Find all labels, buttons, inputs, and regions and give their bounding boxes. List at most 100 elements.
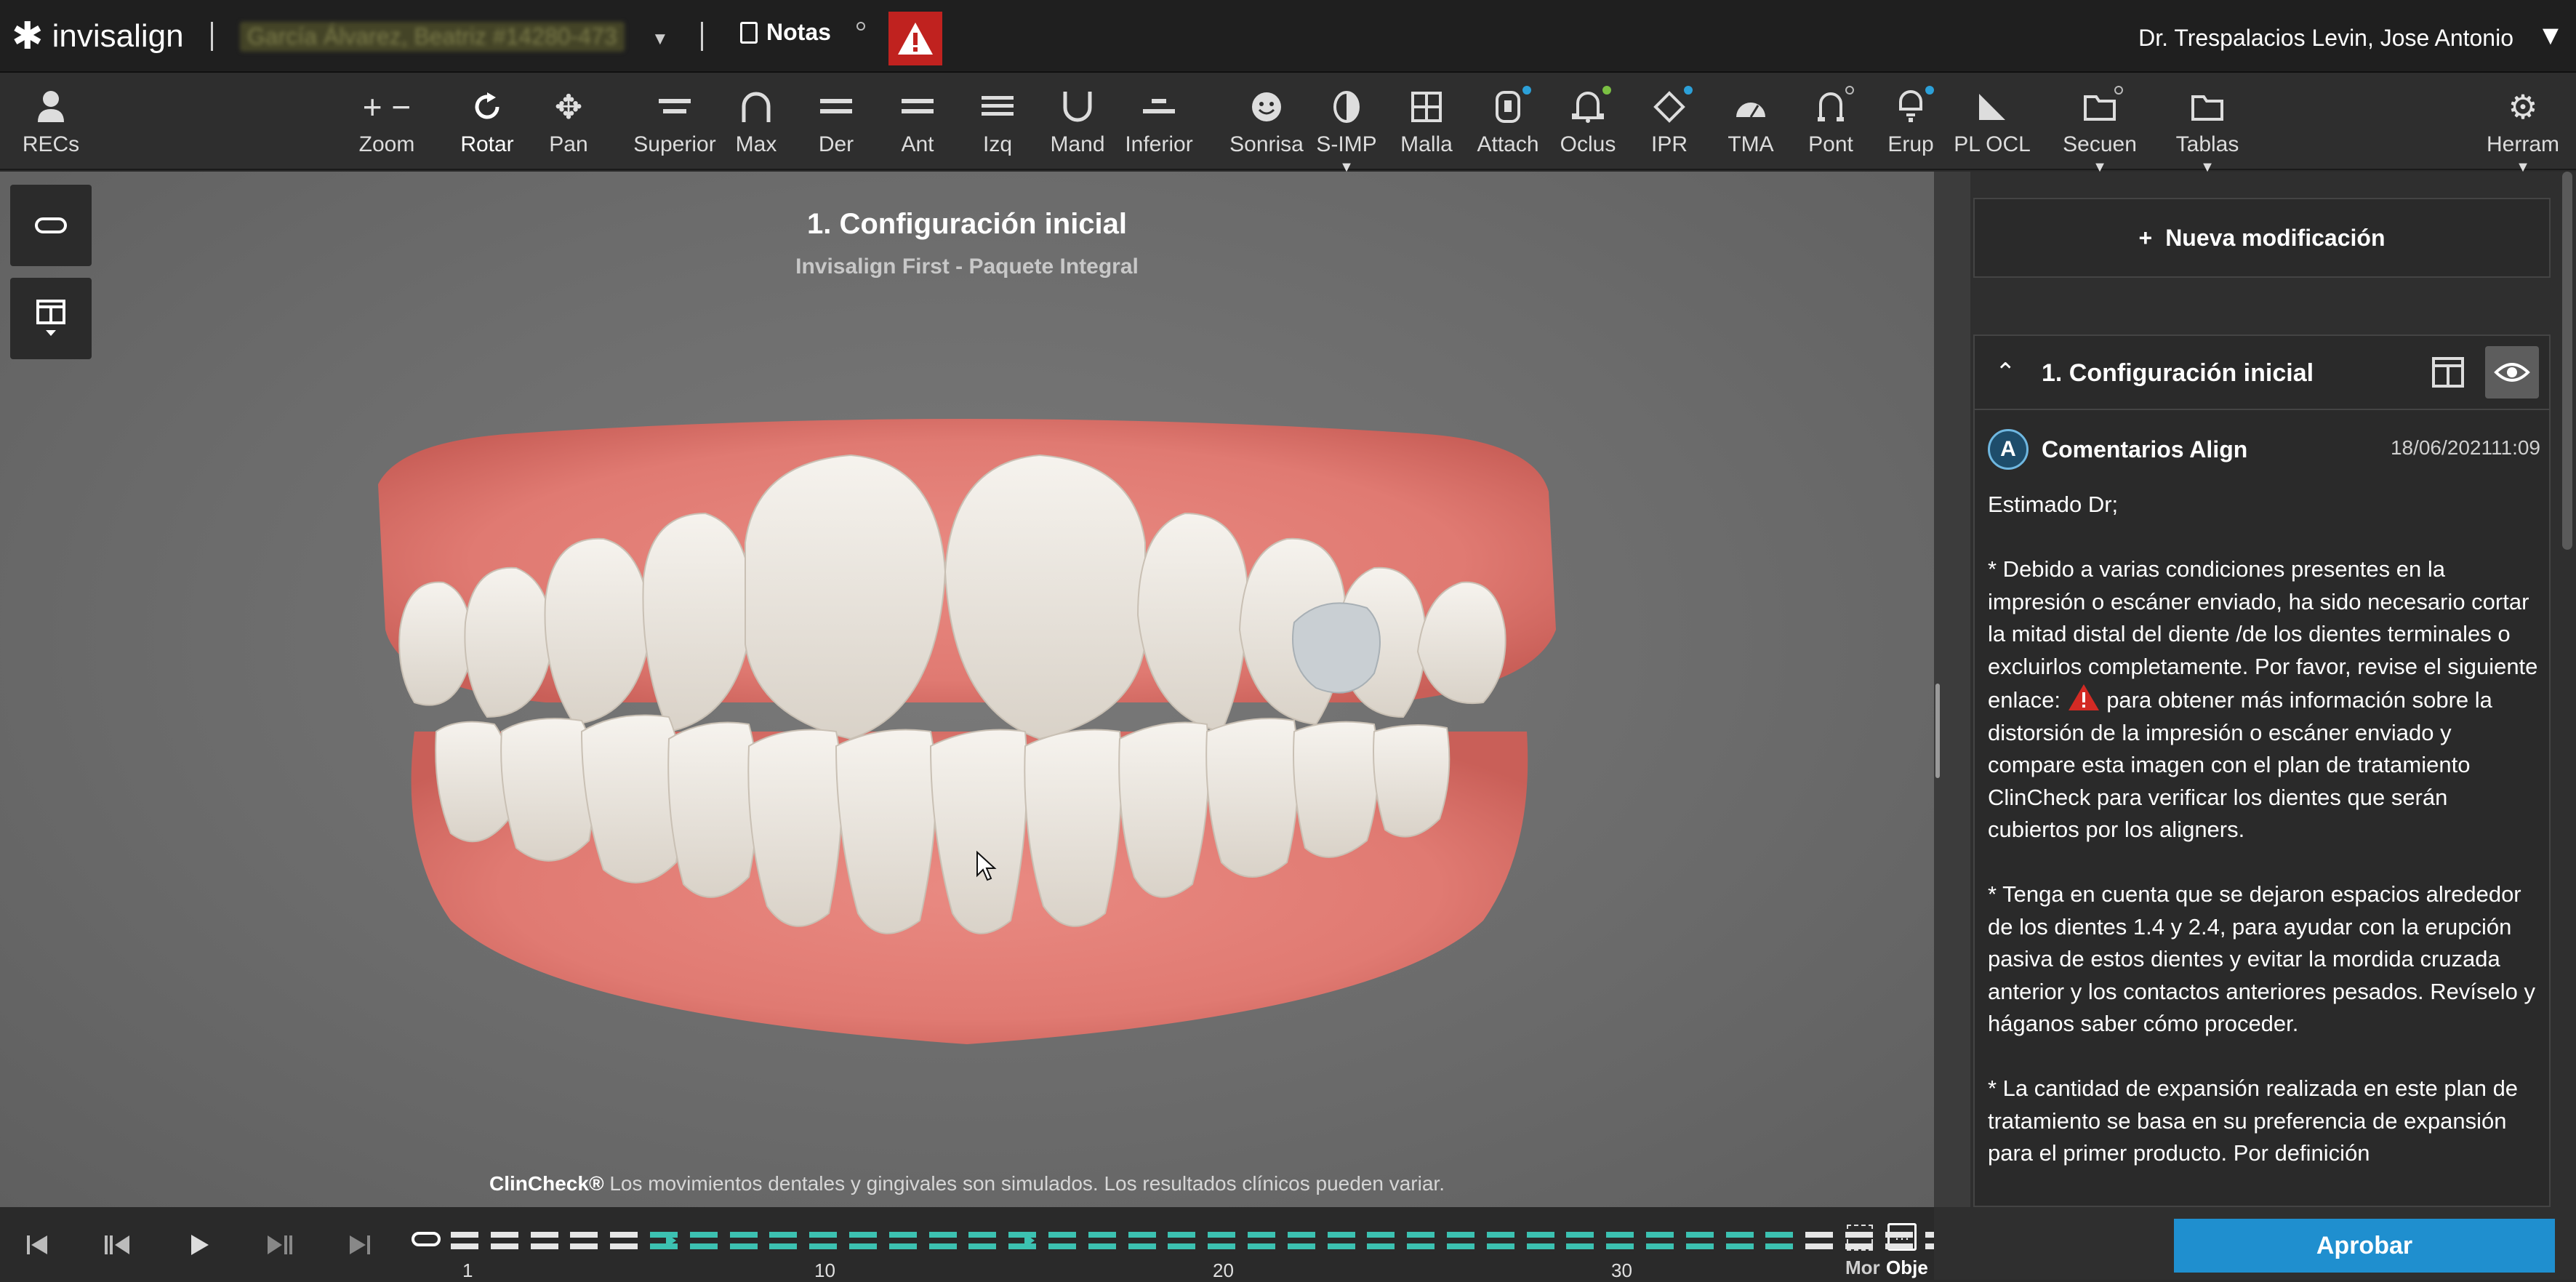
- stage-segment[interactable]: [1486, 1243, 1514, 1249]
- stage-segment[interactable]: [1725, 1232, 1754, 1238]
- mandibular-view-button[interactable]: Mand: [1034, 86, 1121, 157]
- doctor-name-menu[interactable]: Dr. Trespalacios Levin, Jose Antonio: [2138, 25, 2513, 52]
- zoom-button[interactable]: + − Zoom: [343, 86, 430, 157]
- stage-segment[interactable]: [1128, 1243, 1156, 1249]
- right-view-button[interactable]: Der: [793, 86, 880, 157]
- panel-resize-handle[interactable]: [1935, 684, 1940, 778]
- stage-segment[interactable]: [888, 1232, 917, 1238]
- stage-segment[interactable]: [1845, 1243, 1873, 1249]
- stage-card-header[interactable]: ⌃ 1. Configuración inicial: [1975, 336, 2549, 410]
- stage-segment[interactable]: [769, 1243, 798, 1249]
- panel-scrollbar[interactable]: [2562, 172, 2572, 550]
- stage-segment[interactable]: [570, 1243, 598, 1249]
- stage-segment[interactable]: [689, 1232, 718, 1238]
- stage-segment[interactable]: [1606, 1232, 1634, 1238]
- rotate-button[interactable]: Rotar: [444, 86, 531, 177]
- stage-segment[interactable]: [1725, 1243, 1754, 1249]
- stage-segment[interactable]: [1088, 1243, 1116, 1249]
- skip-to-end-button[interactable]: [339, 1225, 380, 1265]
- stage-segment[interactable]: [1287, 1243, 1315, 1249]
- dental-model-render[interactable]: [371, 412, 1563, 1051]
- play-button[interactable]: [179, 1225, 220, 1265]
- stage-segment[interactable]: [809, 1243, 838, 1249]
- stage-segment[interactable]: [1208, 1232, 1236, 1238]
- stage-segment[interactable]: [1685, 1243, 1714, 1249]
- stage-segment[interactable]: [928, 1243, 957, 1249]
- stage-segment[interactable]: [451, 1243, 478, 1249]
- stage-segment[interactable]: [1486, 1232, 1514, 1238]
- superimposition-button[interactable]: S-IMP ▼: [1303, 86, 1390, 175]
- stage-segment[interactable]: [1168, 1232, 1196, 1238]
- inferior-view-button[interactable]: Inferior: [1115, 86, 1203, 157]
- stage-segment[interactable]: [1048, 1243, 1076, 1249]
- stage-segment[interactable]: [1248, 1243, 1275, 1249]
- stage-segment[interactable]: [1646, 1243, 1674, 1249]
- occlusion-button[interactable]: Oclus: [1544, 86, 1632, 157]
- stage-segment[interactable]: [729, 1232, 758, 1238]
- stage-segment[interactable]: [809, 1232, 838, 1238]
- stage-segment[interactable]: [530, 1243, 558, 1249]
- stage-segment[interactable]: [1685, 1232, 1714, 1238]
- eruption-button[interactable]: Erup: [1867, 86, 1954, 157]
- stage-segment[interactable]: [1805, 1232, 1834, 1238]
- stage-segment[interactable]: [1566, 1232, 1594, 1238]
- stage-segment[interactable]: [1088, 1232, 1116, 1238]
- tooth-movement-assessment-button[interactable]: TMA: [1707, 86, 1794, 157]
- stage-zero-marker[interactable]: [412, 1232, 441, 1246]
- left-view-button[interactable]: Izq: [954, 86, 1041, 157]
- 3d-viewport[interactable]: 1. Configuración inicial Invisalign Firs…: [0, 172, 1934, 1207]
- stage-segment[interactable]: [1885, 1232, 1913, 1238]
- stage-segment[interactable]: [1048, 1232, 1076, 1238]
- stage-segment[interactable]: [849, 1243, 877, 1249]
- stage-segment[interactable]: [729, 1243, 758, 1249]
- sequence-button[interactable]: Secuen ▼: [2056, 86, 2143, 175]
- chevron-up-icon[interactable]: ⌃: [1995, 358, 2016, 387]
- stage-segment[interactable]: [1367, 1232, 1395, 1238]
- patient-selector[interactable]: García Álvarez, Beatriz #14280-473: [240, 22, 625, 52]
- stage-segment[interactable]: [530, 1232, 558, 1238]
- occlusal-plane-button[interactable]: PL OCL: [1949, 86, 2036, 157]
- approve-button[interactable]: Aprobar: [2174, 1219, 2555, 1273]
- grid-button[interactable]: Malla: [1383, 86, 1470, 157]
- stage-segment[interactable]: [1128, 1232, 1156, 1238]
- new-modification-button[interactable]: + Nueva modificación: [1973, 198, 2551, 278]
- superior-view-button[interactable]: Superior: [631, 86, 718, 157]
- stage-segment[interactable]: [689, 1243, 718, 1249]
- layout-toggle-button[interactable]: [10, 278, 92, 359]
- tables-button[interactable]: Tablas ▼: [2164, 86, 2251, 175]
- stage-segment[interactable]: [1526, 1243, 1554, 1249]
- mor-label[interactable]: Mor: [1845, 1257, 1880, 1279]
- pan-button[interactable]: ✥ Pan: [525, 86, 612, 157]
- stage-segment[interactable]: [610, 1232, 638, 1238]
- stage-segment[interactable]: [769, 1232, 798, 1238]
- stage-segment[interactable]: [1168, 1243, 1196, 1249]
- stage-segment[interactable]: [968, 1243, 997, 1249]
- chevron-down-icon[interactable]: ▾: [2543, 19, 2559, 51]
- skip-to-start-button[interactable]: [17, 1225, 58, 1265]
- attachments-button[interactable]: Attach: [1464, 86, 1552, 157]
- stage-segment[interactable]: [1447, 1243, 1474, 1249]
- stage-segment[interactable]: [1248, 1232, 1275, 1238]
- chevron-down-icon[interactable]: ▼: [651, 29, 669, 49]
- alert-button[interactable]: [888, 12, 942, 65]
- smile-button[interactable]: Sonrisa: [1223, 86, 1310, 157]
- split-view-icon[interactable]: [2431, 356, 2465, 388]
- stage-segment[interactable]: [1885, 1243, 1913, 1249]
- notes-button[interactable]: Notas: [740, 19, 831, 46]
- stage-segment[interactable]: [968, 1232, 997, 1238]
- anterior-view-button[interactable]: Ant: [874, 86, 961, 157]
- stage-segment[interactable]: [1367, 1243, 1395, 1249]
- tools-button[interactable]: ⚙ Herram ▼: [2479, 86, 2567, 175]
- stage-segment[interactable]: [490, 1232, 518, 1238]
- objective-label[interactable]: Obje: [1886, 1257, 1928, 1279]
- stage-segment[interactable]: [1566, 1243, 1594, 1249]
- stage-segment[interactable]: [490, 1243, 518, 1249]
- stage-segment[interactable]: [451, 1232, 478, 1238]
- stage-segment[interactable]: [1327, 1232, 1355, 1238]
- stage-segment[interactable]: [1327, 1243, 1355, 1249]
- visibility-toggle-button[interactable]: [2485, 346, 2539, 398]
- recs-button[interactable]: RECs: [7, 86, 95, 157]
- stage-segment[interactable]: [1845, 1232, 1873, 1238]
- stage-segment[interactable]: [1447, 1232, 1474, 1238]
- stage-segment[interactable]: [570, 1232, 598, 1238]
